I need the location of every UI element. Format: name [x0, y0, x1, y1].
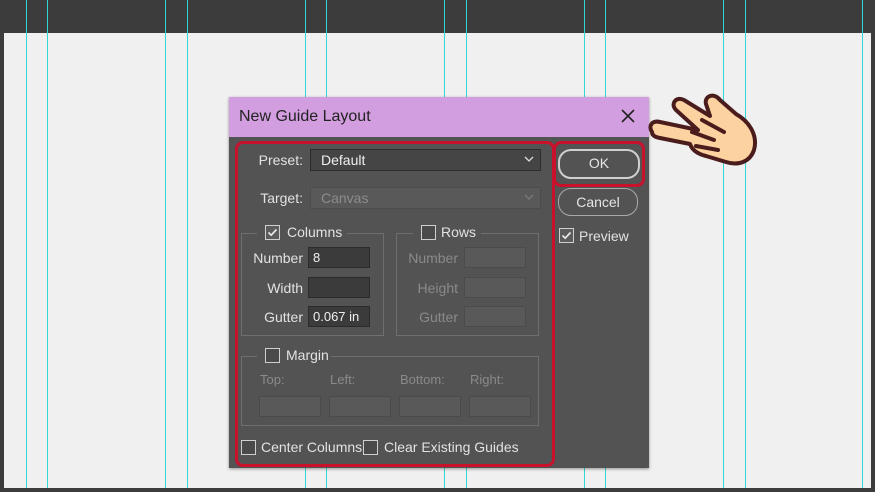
- margin-bottom-input[interactable]: [399, 396, 461, 417]
- clear-existing-guides-label: Clear Existing Guides: [384, 439, 519, 455]
- preset-label: Preset:: [258, 152, 303, 168]
- margin-right-label: Right:: [470, 372, 504, 387]
- preset-value: Default: [321, 152, 366, 168]
- margin-header: Margin: [257, 346, 331, 364]
- columns-gutter-label: Gutter: [264, 309, 303, 325]
- margin-label: Margin: [286, 347, 329, 363]
- rows-checkbox[interactable]: [421, 225, 436, 240]
- rows-height-label: Height: [417, 280, 458, 296]
- target-value: Canvas: [321, 190, 369, 206]
- guide-line: [165, 0, 166, 488]
- pointing-hand-icon: [648, 93, 757, 166]
- guide-line: [26, 0, 27, 488]
- chevron-down-icon: [524, 156, 534, 162]
- center-columns-checkbox[interactable]: [241, 440, 256, 455]
- rows-height-input[interactable]: [464, 277, 526, 298]
- columns-number-label: Number: [253, 250, 303, 266]
- app-top-bar: [0, 0, 875, 33]
- columns-label: Columns: [287, 224, 343, 240]
- checkmark-icon: [267, 228, 278, 237]
- columns-checkbox[interactable]: [265, 225, 280, 240]
- preview-checkbox[interactable]: [559, 228, 574, 243]
- rows-number-input[interactable]: [464, 247, 526, 268]
- margin-right-input[interactable]: [469, 396, 531, 417]
- columns-gutter-input[interactable]: [308, 306, 370, 327]
- guide-line: [862, 0, 863, 488]
- rows-label: Rows: [441, 224, 477, 240]
- rows-gutter-input[interactable]: [464, 306, 526, 327]
- clear-existing-guides-checkbox[interactable]: [363, 440, 378, 455]
- columns-width-label: Width: [267, 280, 303, 296]
- new-guide-layout-dialog: New Guide Layout Preset: Default Target:…: [229, 97, 649, 468]
- center-columns-label: Center Columns: [261, 439, 363, 455]
- margin-left-input[interactable]: [329, 396, 391, 417]
- rows-gutter-label: Gutter: [419, 309, 458, 325]
- margin-bottom-label: Bottom:: [400, 372, 445, 387]
- columns-width-value[interactable]: [309, 278, 369, 297]
- guide-line: [47, 0, 48, 488]
- rows-number-label: Number: [408, 250, 458, 266]
- dialog-titlebar: New Guide Layout: [229, 97, 649, 137]
- columns-number-value[interactable]: [309, 248, 369, 267]
- dialog-title: New Guide Layout: [239, 108, 371, 125]
- cancel-button[interactable]: Cancel: [558, 188, 638, 216]
- margin-left-label: Left:: [330, 372, 356, 387]
- columns-number-input[interactable]: [308, 247, 370, 268]
- guide-line: [187, 0, 188, 488]
- preset-select[interactable]: Default: [310, 149, 541, 171]
- margin-top-label: Top:: [260, 372, 285, 387]
- close-icon[interactable]: [615, 103, 641, 129]
- target-select[interactable]: Canvas: [310, 187, 541, 209]
- rows-header: Rows: [413, 223, 481, 241]
- target-label: Target:: [260, 190, 303, 206]
- checkmark-icon: [561, 231, 572, 240]
- margin-top-input[interactable]: [259, 396, 321, 417]
- chevron-down-icon: [524, 194, 534, 200]
- columns-gutter-value[interactable]: [309, 307, 369, 326]
- ok-button[interactable]: OK: [558, 149, 640, 179]
- preview-label: Preview: [579, 228, 629, 244]
- columns-header: Columns: [257, 223, 347, 241]
- margin-checkbox[interactable]: [265, 348, 280, 363]
- columns-width-input[interactable]: [308, 277, 370, 298]
